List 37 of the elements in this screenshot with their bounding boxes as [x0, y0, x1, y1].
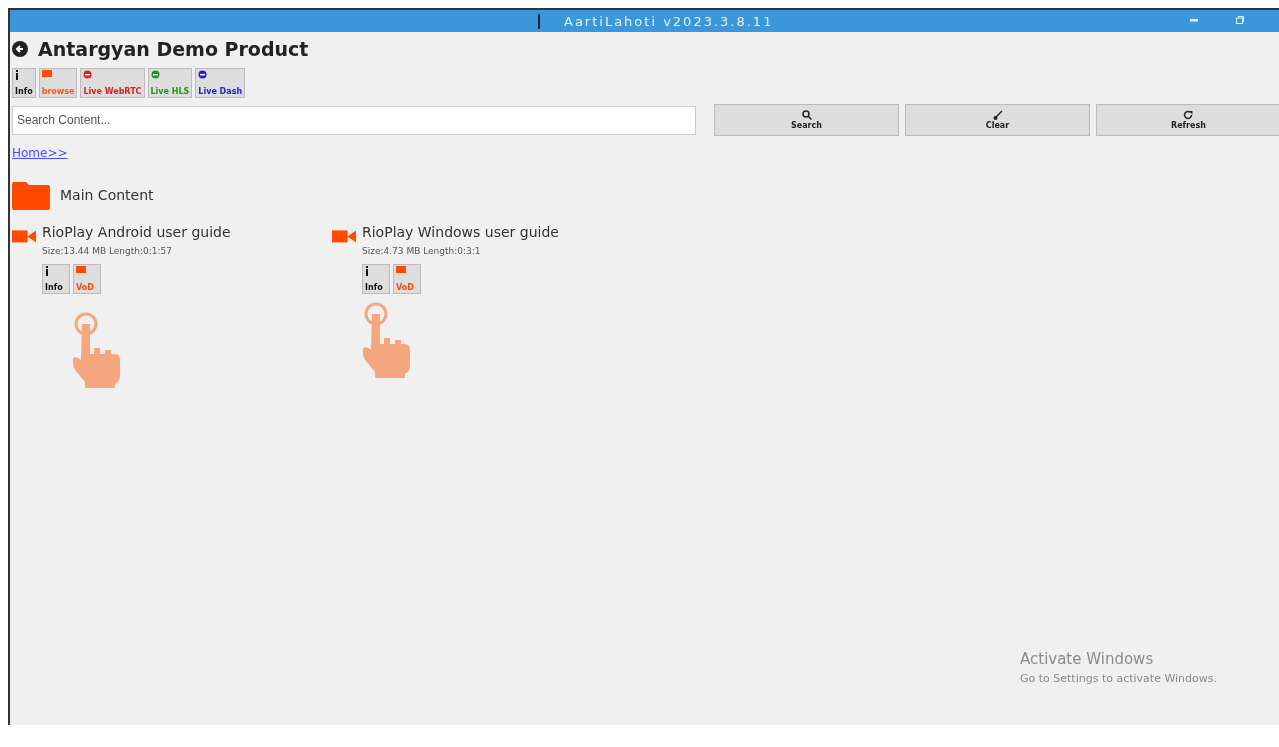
activation-notice-title: Activate Windows — [1020, 650, 1155, 668]
video-meta: Size:13.44 MB Length:0:1:57 — [42, 246, 173, 256]
info-icon — [15, 70, 19, 80]
video-title[interactable]: RioPlay Android user guide — [42, 224, 231, 240]
record-icon — [83, 70, 93, 79]
toolbar-button[interactable]: Live WebRTC — [80, 68, 145, 98]
flag-icon — [396, 266, 406, 273]
flag-icon — [76, 266, 86, 273]
back-icon[interactable] — [12, 41, 28, 57]
toolbar-button[interactable]: Info — [12, 68, 36, 98]
breadcrumb-link[interactable]: Home>> — [12, 146, 68, 160]
search-icon — [801, 110, 812, 120]
record-icon — [198, 70, 208, 79]
video-meta: Size:4.73 MB Length:0:3:1 — [362, 246, 482, 256]
folder-icon[interactable] — [12, 180, 50, 210]
info-icon — [365, 266, 369, 276]
page-title: Antargyan Demo Product — [38, 38, 309, 60]
brush-icon — [992, 110, 1003, 120]
search-field[interactable]: Search Content... — [12, 105, 697, 135]
video-title[interactable]: RioPlay Windows user guide — [362, 224, 559, 240]
info-button[interactable]: Info — [362, 264, 390, 294]
refresh-icon — [1183, 110, 1194, 120]
flag-icon — [41, 70, 52, 77]
info-button[interactable]: Info — [42, 264, 70, 294]
action-button[interactable]: Refresh — [1096, 104, 1279, 136]
video-camera-icon — [12, 228, 36, 245]
info-icon — [45, 266, 49, 276]
toolbar-button[interactable]: Live Dash — [195, 68, 246, 98]
record-icon — [150, 70, 160, 79]
folder-name[interactable]: Main Content — [60, 187, 154, 203]
window-title: AartiLahoti v2023.3.8.11 — [538, 13, 774, 29]
minimize-icon[interactable] — [1190, 16, 1198, 24]
activation-notice-text: Go to Settings to activate Windows. — [1020, 672, 1218, 685]
restore-icon[interactable] — [1236, 16, 1244, 24]
action-button[interactable]: Clear — [905, 104, 1090, 136]
video-camera-icon — [332, 228, 356, 245]
action-button[interactable]: Search — [714, 104, 899, 136]
